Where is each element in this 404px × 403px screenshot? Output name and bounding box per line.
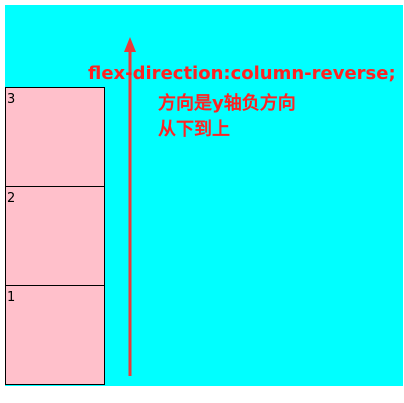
annotation-description: 方向是y轴负方向 [158, 93, 296, 114]
flex-item-label: 3 [7, 92, 16, 107]
flex-item-2: 2 [5, 186, 105, 286]
flex-container-column-reverse: 1 2 3 [5, 87, 105, 385]
flex-item-label: 2 [7, 191, 16, 206]
flex-item-label: 1 [7, 290, 16, 305]
flex-item-1: 1 [5, 285, 105, 385]
annotation-title: flex-direction:column-reverse; [88, 63, 396, 84]
flex-item-3: 3 [5, 87, 105, 187]
annotation-description-order: 从下到上 [158, 119, 230, 140]
